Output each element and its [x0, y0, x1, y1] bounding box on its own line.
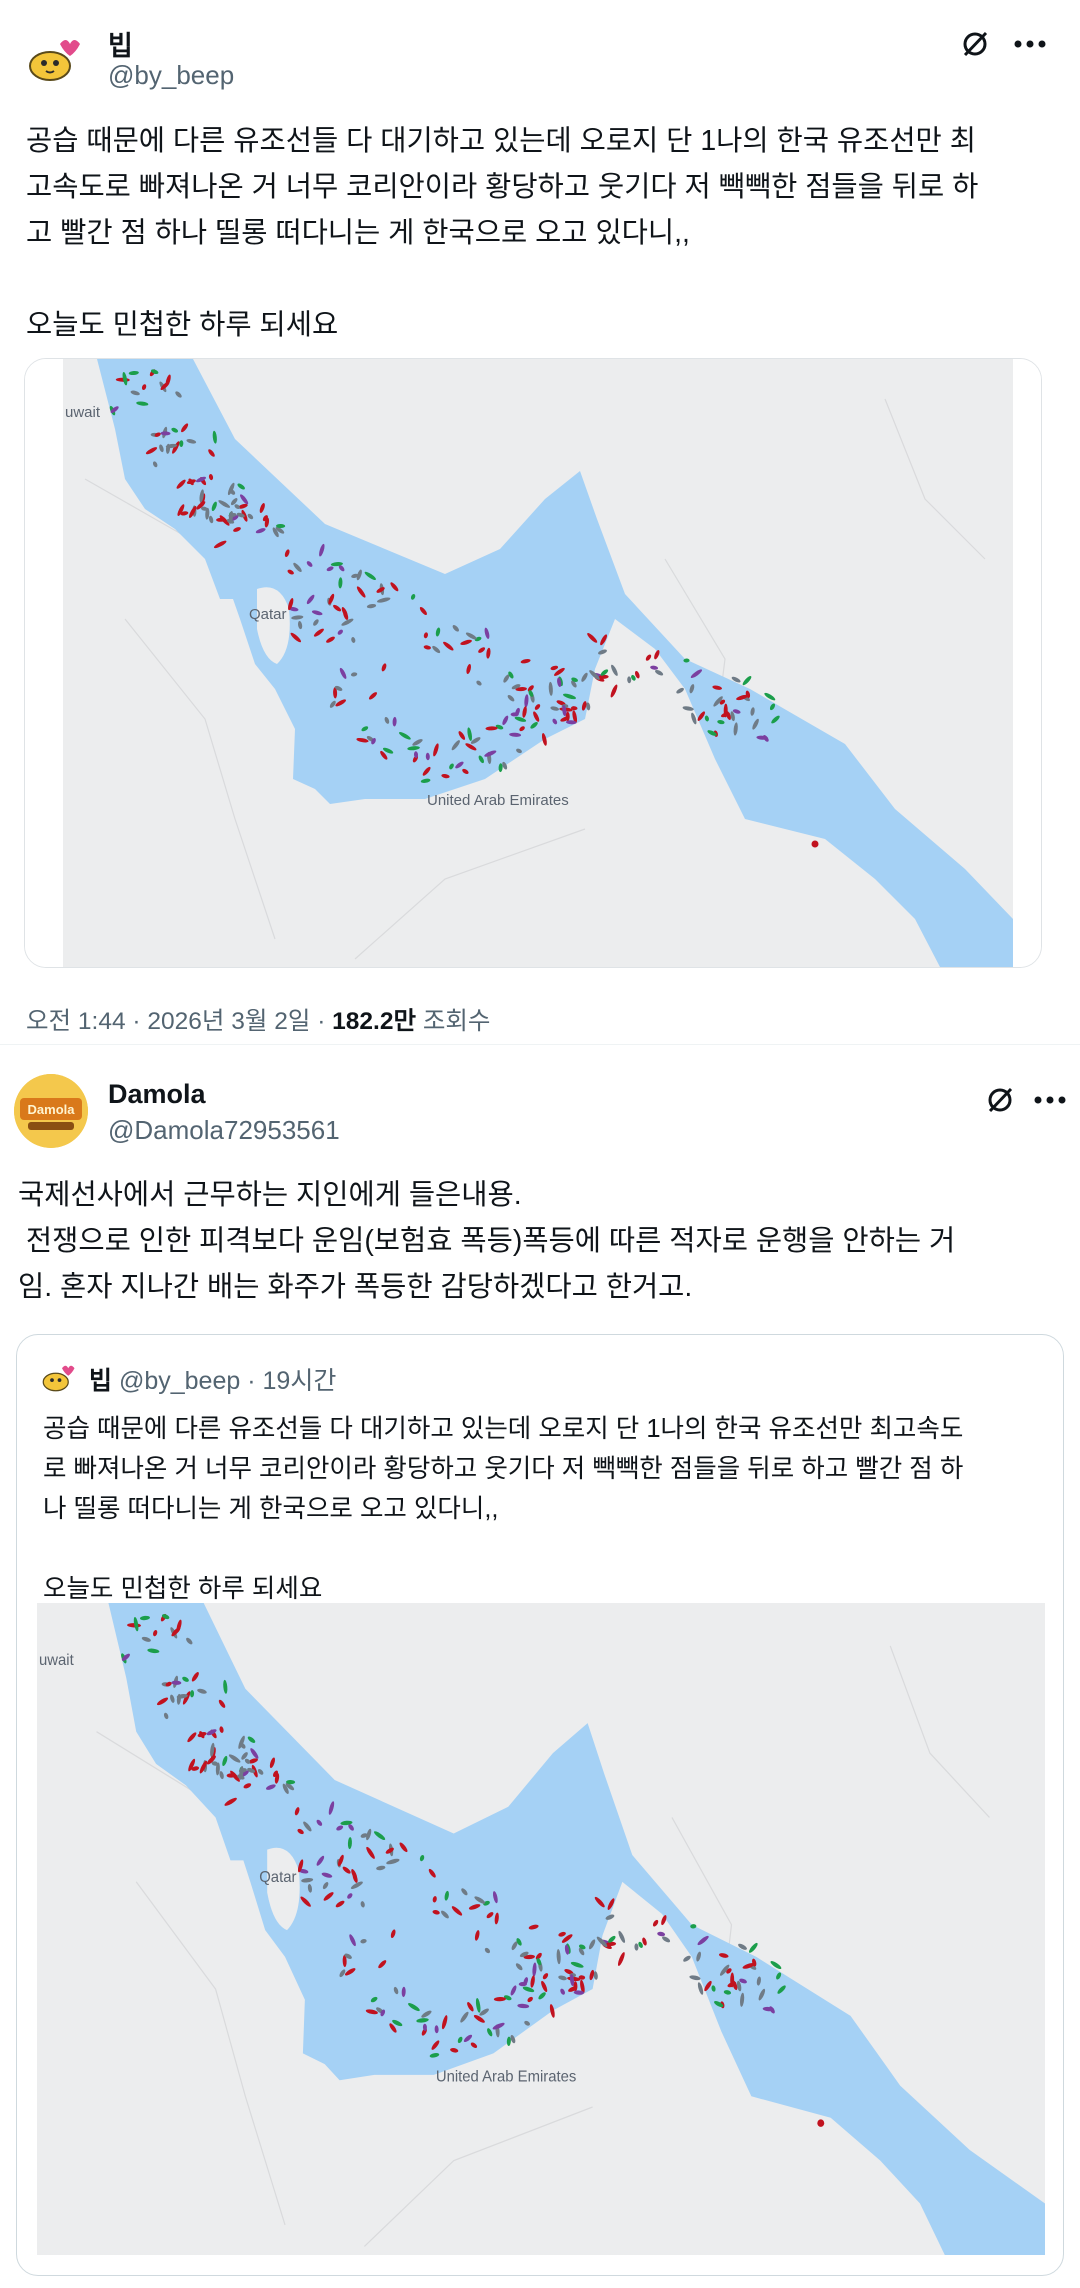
slashed-circle-icon[interactable]: [980, 1080, 1020, 1120]
map-image: uwait Qatar United Arab Emirates: [37, 1603, 1045, 2255]
quote-avatar: [37, 1357, 77, 1397]
post-text: 공습 때문에 다른 유조선들 다 대기하고 있는데 오로지 단 1나의 한국 유…: [26, 125, 979, 341]
meta-separator: ·: [317, 1008, 326, 1035]
post-time[interactable]: 오전 1:44: [26, 1008, 126, 1035]
author-name[interactable]: Damola: [108, 1079, 206, 1110]
map-label-qatar: Qatar: [259, 1868, 296, 1886]
view-label: 조회수: [422, 1008, 491, 1035]
post-image[interactable]: uwait Qatar United Arab Emirates: [24, 358, 1042, 968]
post-meta: 오전 1:44 · 2026년 3월 2일 · 182.2만 조회수: [26, 1002, 490, 1037]
author-handle[interactable]: @Damola72953561: [108, 1115, 340, 1146]
cartoon-avatar-icon: [42, 1365, 75, 1392]
map-label-uae: United Arab Emirates: [436, 2068, 577, 2086]
ship-marker: [518, 1981, 527, 1987]
author-avatar[interactable]: Damola: [14, 1074, 88, 1148]
lone-ship-marker: [817, 2119, 825, 2127]
meta-separator: ·: [132, 1008, 141, 1035]
map-label-qatar: Qatar: [249, 606, 287, 623]
map-image: uwait Qatar United Arab Emirates: [25, 359, 1041, 967]
author-name[interactable]: 빕: [108, 24, 133, 63]
more-icon[interactable]: [1030, 1080, 1070, 1120]
view-count: 182.2만: [332, 1008, 417, 1035]
quote-header: 빕 @by_beep · 19시간: [89, 1361, 336, 1397]
author-avatar[interactable]: [20, 26, 84, 90]
quote-author-name: 빕: [89, 1367, 113, 1395]
map-label-uae: United Arab Emirates: [427, 792, 569, 809]
post-text: 국제선사에서 근무하는 지인에게 들은내용. 전쟁으로 인한 피격보다 운임(보…: [18, 1179, 956, 1303]
quote-text: 공습 때문에 다른 유조선들 다 대기하고 있는데 오로지 단 1나의 한국 유…: [43, 1415, 964, 1603]
quote-image: uwait Qatar United Arab Emirates: [37, 1603, 1045, 2255]
lone-ship-marker: [811, 840, 819, 848]
author-handle[interactable]: @by_beep: [108, 60, 234, 91]
map-label-kuwait: uwait: [39, 1652, 74, 1670]
ship-marker: [510, 712, 519, 717]
quote-time: 19시간: [262, 1367, 337, 1395]
quoted-post[interactable]: 빕 @by_beep · 19시간 공습 때문에 다른 유조선들 다 대기하고 …: [16, 1334, 1064, 2276]
more-icon[interactable]: [1010, 24, 1050, 64]
map-label-kuwait: uwait: [65, 404, 101, 421]
avatar-text: Damola: [28, 1102, 76, 1117]
divider: [0, 1044, 1080, 1045]
cartoon-avatar-icon: [29, 40, 80, 81]
quote-author-handle: @by_beep: [118, 1367, 241, 1395]
meta-separator: ·: [247, 1367, 256, 1395]
damola-avatar-icon: Damola: [14, 1074, 88, 1148]
post-date[interactable]: 2026년 3월 2일: [147, 1008, 310, 1035]
slashed-circle-icon[interactable]: [955, 24, 995, 64]
